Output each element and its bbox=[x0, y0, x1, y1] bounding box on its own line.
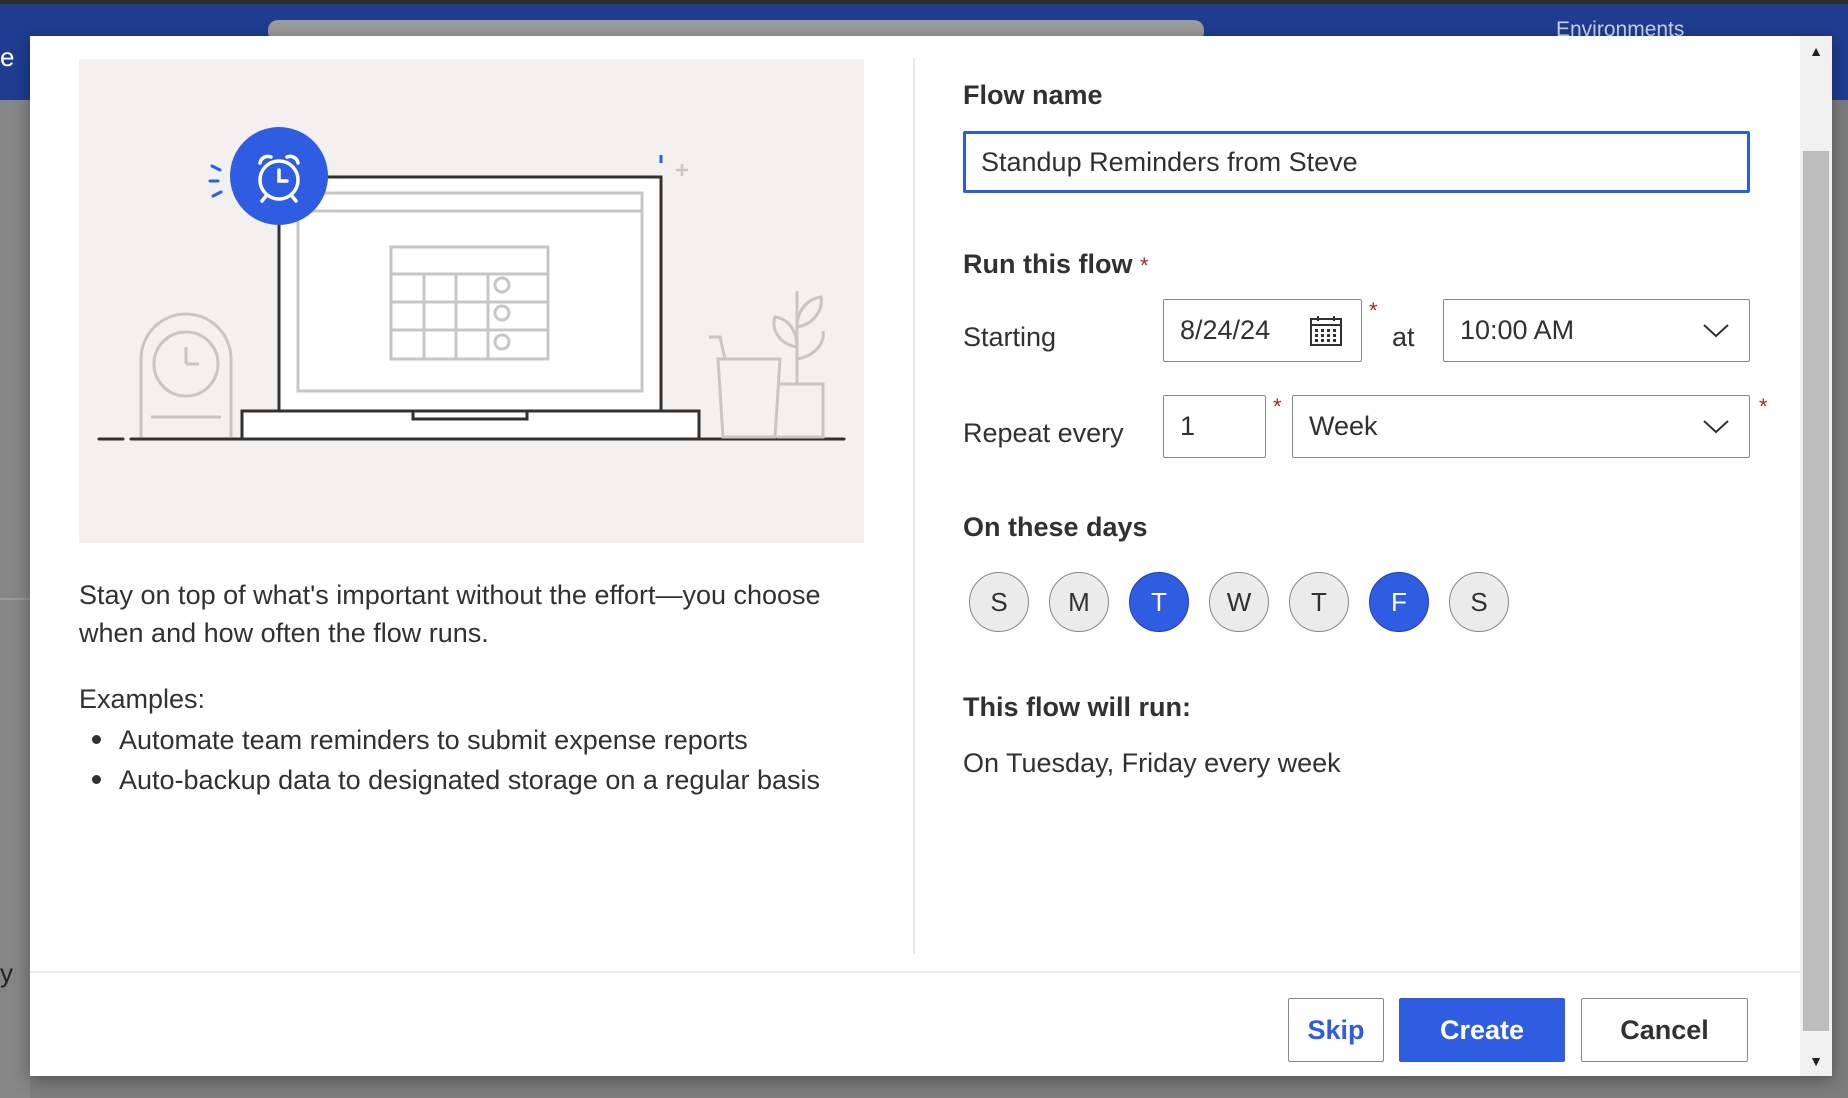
window-edge bbox=[0, 0, 1848, 4]
required-indicator: * bbox=[1273, 394, 1282, 419]
weekday-selector: SMTWTFS bbox=[969, 572, 1529, 632]
examples-label: Examples: bbox=[79, 684, 206, 714]
create-button[interactable]: Create bbox=[1399, 998, 1565, 1062]
calendar-icon[interactable] bbox=[1307, 313, 1345, 349]
examples-list: Automate team reminders to submit expens… bbox=[79, 720, 820, 800]
chevron-down-icon bbox=[1699, 314, 1733, 348]
at-label: at bbox=[1392, 322, 1415, 352]
day-toggle[interactable]: F bbox=[1369, 572, 1429, 632]
list-item: Auto-backup data to designated storage o… bbox=[79, 760, 820, 800]
flow-description: Stay on top of what's important without … bbox=[79, 580, 821, 648]
repeat-interval-input[interactable]: 1 bbox=[1163, 395, 1266, 458]
skip-button[interactable]: Skip bbox=[1288, 998, 1384, 1062]
desk-clock-icon bbox=[139, 312, 233, 437]
background-divider bbox=[0, 598, 30, 600]
scroll-down-icon[interactable]: ▼ bbox=[1800, 1046, 1832, 1076]
repeat-every-label: Repeat every bbox=[963, 418, 1124, 448]
day-toggle[interactable]: T bbox=[1129, 572, 1189, 632]
chevron-down-icon bbox=[1699, 410, 1733, 444]
bullet-icon bbox=[92, 775, 101, 784]
day-toggle[interactable]: M bbox=[1049, 572, 1109, 632]
run-this-flow-label: Run this flow * bbox=[963, 249, 1149, 279]
required-indicator: * bbox=[1759, 394, 1768, 419]
background-left-letter: e bbox=[0, 42, 15, 72]
flow-name-label: Flow name bbox=[963, 80, 1103, 110]
repeat-unit-dropdown[interactable]: Week bbox=[1292, 395, 1750, 458]
schedule-summary: On Tuesday, Friday every week bbox=[963, 748, 1341, 778]
day-toggle[interactable]: T bbox=[1289, 572, 1349, 632]
scroll-up-icon[interactable]: ▲ bbox=[1800, 36, 1832, 66]
scrollbar-thumb[interactable] bbox=[1803, 151, 1829, 1031]
build-scheduled-flow-dialog: Stay on top of what's important without … bbox=[30, 36, 1832, 1076]
day-toggle[interactable]: W bbox=[1209, 572, 1269, 632]
day-toggle[interactable]: S bbox=[1449, 572, 1509, 632]
footer-divider bbox=[30, 971, 1800, 973]
alarm-clock-icon bbox=[230, 127, 328, 225]
starting-label: Starting bbox=[963, 322, 1057, 352]
on-these-days-label: On these days bbox=[963, 512, 1148, 542]
column-divider bbox=[913, 58, 915, 954]
start-time-dropdown[interactable]: 10:00 AM bbox=[1443, 299, 1750, 362]
flow-name-input[interactable]: Standup Reminders from Steve bbox=[963, 131, 1750, 193]
cancel-button[interactable]: Cancel bbox=[1581, 998, 1748, 1062]
background-left-letter-bottom: y bbox=[0, 958, 13, 988]
scheduled-flow-illustration bbox=[79, 59, 864, 543]
start-date-picker[interactable]: 8/24/24 bbox=[1163, 299, 1362, 362]
laptop-icon bbox=[240, 175, 701, 441]
plant-icon bbox=[709, 291, 825, 439]
schedule-summary-label: This flow will run: bbox=[963, 692, 1191, 722]
required-indicator: * bbox=[1369, 298, 1378, 323]
illustration-svg bbox=[97, 127, 846, 441]
list-item: Automate team reminders to submit expens… bbox=[79, 720, 820, 760]
day-toggle[interactable]: S bbox=[969, 572, 1029, 632]
bullet-icon bbox=[92, 735, 101, 744]
vertical-scrollbar[interactable]: ▲ ▼ bbox=[1800, 36, 1832, 1076]
